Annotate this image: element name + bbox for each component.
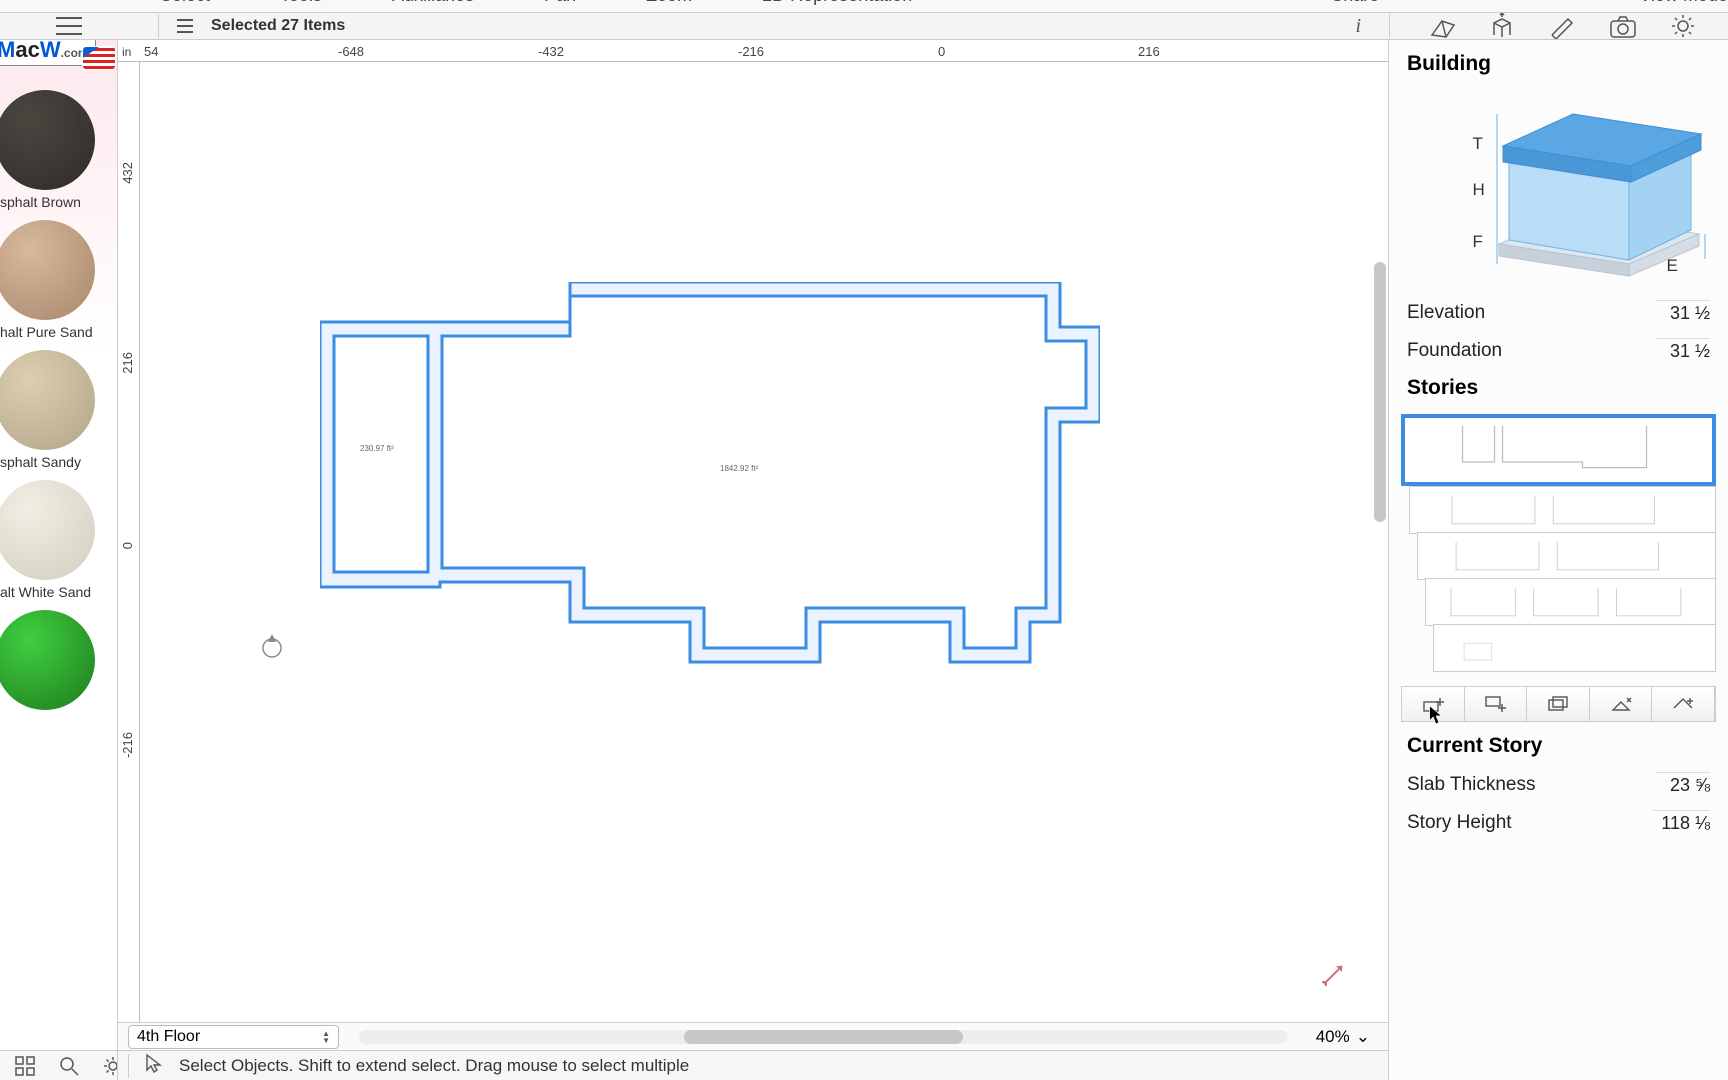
canvas-footer: 4th Floor ▲▼ 40% ⌄ (118, 1022, 1388, 1050)
gear-icon[interactable] (102, 1055, 118, 1077)
material-item[interactable]: sphalt Sandy (0, 350, 117, 470)
add-roof-button[interactable] (1652, 687, 1715, 721)
material-label: sphalt Brown (0, 194, 81, 210)
delete-story-button[interactable] (1590, 687, 1653, 721)
materials-sidebar: MacW.com sphalt Brown halt Pure Sand sph… (0, 40, 118, 1080)
story-thumbnail[interactable] (1401, 414, 1716, 486)
drawing-canvas[interactable]: 230.97 ft² 1842.92 ft² (140, 62, 1388, 1022)
axis-arrow-icon (1322, 960, 1348, 986)
story-thumbnail[interactable] (1425, 578, 1716, 626)
list-icon[interactable] (56, 17, 82, 35)
cursor-icon (1424, 705, 1448, 725)
floor-plan[interactable]: 230.97 ft² 1842.92 ft² (320, 282, 1100, 707)
menu-pan[interactable]: Pan (544, 0, 576, 6)
story-toolbar (1401, 686, 1716, 722)
add-story-below-button[interactable] (1465, 687, 1528, 721)
separator (158, 14, 159, 38)
flag-icon (82, 46, 116, 70)
dim-label-e: E (1667, 256, 1678, 276)
dim-label-t: T (1473, 134, 1483, 154)
extrude-tool-icon[interactable] (1488, 13, 1518, 39)
ruler-horizontal: in 54 -648 -432 -216 0 216 (118, 40, 1388, 62)
dim-label-h: H (1473, 180, 1485, 200)
info-icon[interactable]: i (1355, 15, 1371, 38)
material-swatch (0, 350, 95, 450)
story-height-row: Story Height 118 ⅛ (1389, 804, 1728, 842)
material-item[interactable]: halt Pure Sand (0, 220, 117, 340)
material-label: halt Pure Sand (0, 324, 93, 340)
stories-title: Stories (1389, 370, 1728, 408)
room-area-label: 230.97 ft² (360, 444, 394, 453)
zoom-value: 40% (1316, 1027, 1350, 1047)
story-thumbnail[interactable] (1409, 486, 1716, 534)
material-label: sphalt Sandy (0, 454, 81, 470)
ruler-vertical: 432 216 0 -216 (118, 62, 140, 1022)
vertical-scrollbar[interactable] (1374, 262, 1386, 522)
material-swatch (0, 220, 95, 320)
pencil-icon[interactable] (1548, 13, 1578, 39)
material-swatch (0, 480, 95, 580)
material-label: alt White Sand (0, 584, 91, 600)
stories-list (1401, 414, 1716, 672)
foundation-label: Foundation (1407, 340, 1656, 362)
perspective-tool-icon[interactable] (1428, 13, 1458, 39)
ruler-unit-label: in (122, 45, 131, 59)
menu-2d-rep[interactable]: 2D Representation (762, 0, 912, 6)
compass-icon[interactable] (260, 632, 284, 660)
magnify-icon[interactable] (58, 1055, 80, 1077)
sun-icon[interactable] (1668, 13, 1698, 39)
selection-toolbar: Selected 27 Items i (0, 12, 1728, 40)
story-height-label: Story Height (1407, 812, 1653, 834)
camera-icon[interactable] (1608, 13, 1638, 39)
grid-icon[interactable] (14, 1055, 36, 1077)
sidebar-bottom-toolbar (0, 1050, 118, 1080)
status-text: Select Objects. Shift to extend select. … (179, 1056, 689, 1076)
story-height-value[interactable]: 118 ⅛ (1653, 810, 1710, 836)
separator (128, 1054, 129, 1078)
material-item[interactable]: alt White Sand (0, 480, 117, 600)
current-story-title: Current Story (1389, 730, 1728, 766)
material-item[interactable]: sphalt Brown (0, 90, 117, 210)
slab-thickness-value[interactable]: 23 ⅝ (1656, 772, 1710, 798)
menu-select[interactable]: Select (160, 0, 210, 6)
story-thumbnail[interactable] (1433, 624, 1716, 672)
menu-auxiliaries[interactable]: Auxiliaries (392, 0, 474, 6)
elevation-row: Elevation 31 ½ (1389, 294, 1728, 332)
inspector-panel: Building T (1388, 40, 1728, 1080)
chevron-down-icon: ⌄ (1356, 1027, 1370, 1047)
elevation-value[interactable]: 31 ½ (1656, 300, 1710, 326)
floor-selector-label: 4th Floor (137, 1028, 200, 1046)
story-thumbnail[interactable] (1417, 532, 1716, 580)
arrow-tool-icon[interactable] (143, 1052, 165, 1079)
menu-share[interactable]: Share (1331, 0, 1379, 6)
scrollbar-thumb[interactable] (684, 1030, 963, 1044)
dim-label-f: F (1473, 232, 1483, 252)
horizontal-scrollbar[interactable] (359, 1030, 1288, 1044)
selection-count-label: Selected 27 Items (211, 17, 345, 35)
menu-view-mode[interactable]: View Mode (1639, 0, 1728, 6)
main-menu[interactable]: Select Tools Auxiliaries Pan Zoom 2D Rep… (0, 0, 1728, 12)
material-item[interactable] (0, 610, 117, 714)
building-diagram: T H F E (1429, 84, 1689, 294)
floor-selector[interactable]: 4th Floor ▲▼ (128, 1025, 339, 1049)
room-area-label: 1842.92 ft² (720, 464, 758, 473)
selection-list-icon[interactable] (177, 19, 193, 33)
zoom-selector[interactable]: 40% ⌄ (1308, 1027, 1378, 1047)
stepper-icon[interactable]: ▲▼ (322, 1030, 330, 1044)
canvas-area: in 54 -648 -432 -216 0 216 432 216 0 -21… (118, 40, 1388, 1080)
menu-zoom[interactable]: Zoom (646, 0, 692, 6)
menu-tools[interactable]: Tools (280, 0, 322, 6)
inspector-title: Building (1389, 40, 1728, 84)
elevation-label: Elevation (1407, 302, 1656, 324)
material-swatch (0, 90, 95, 190)
status-bar: Select Objects. Shift to extend select. … (118, 1050, 1388, 1080)
slab-thickness-row: Slab Thickness 23 ⅝ (1389, 766, 1728, 804)
foundation-row: Foundation 31 ½ (1389, 332, 1728, 370)
duplicate-story-button[interactable] (1527, 687, 1590, 721)
foundation-value[interactable]: 31 ½ (1656, 338, 1710, 364)
separator (1389, 14, 1390, 38)
slab-thickness-label: Slab Thickness (1407, 774, 1656, 796)
material-swatch (0, 610, 95, 710)
